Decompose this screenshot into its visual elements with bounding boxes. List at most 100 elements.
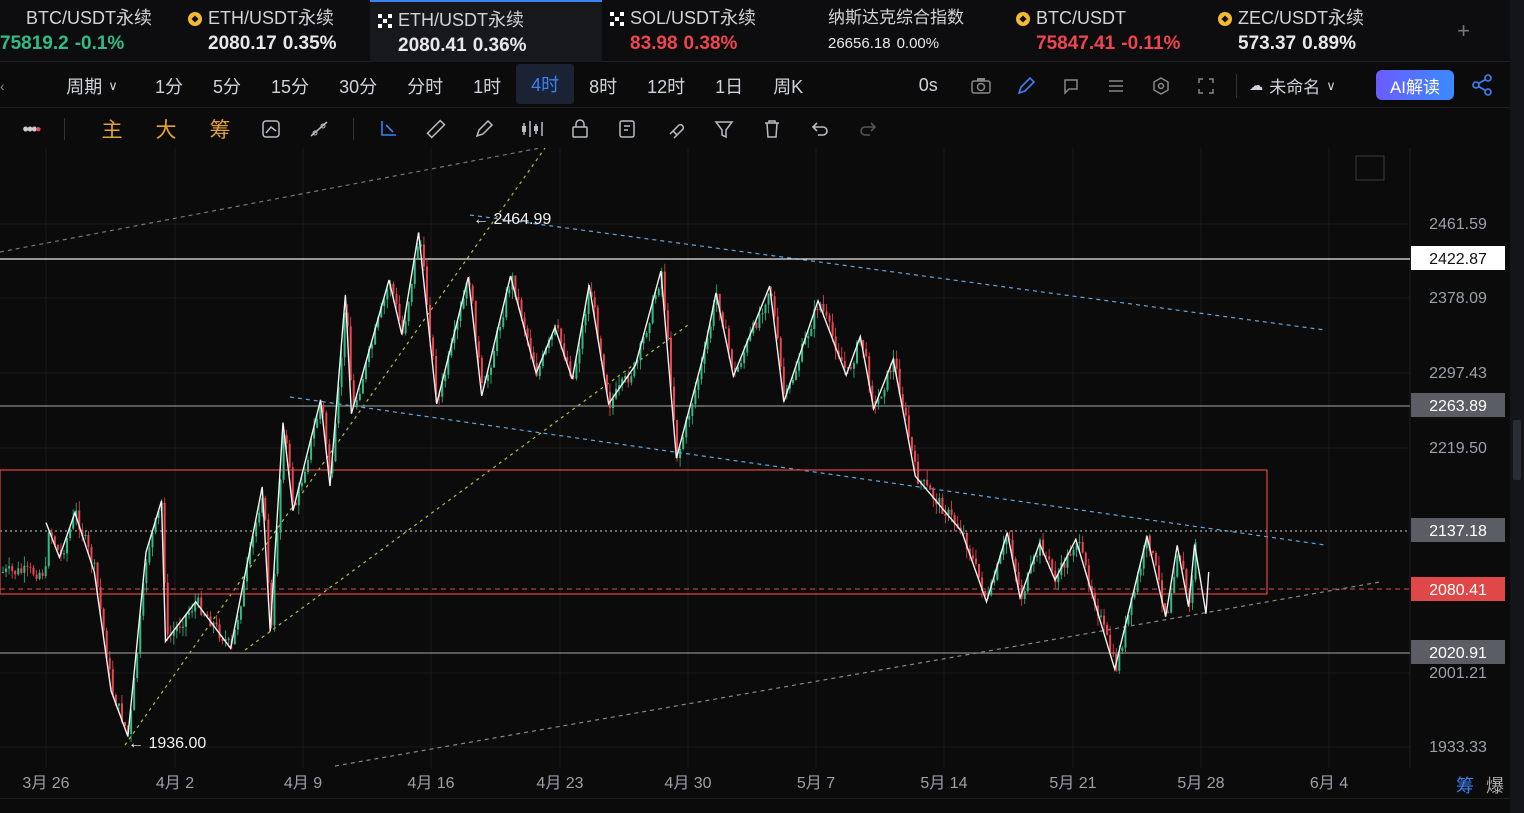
symbol-tab[interactable]: BTC/USDT 75847.41 -0.11% (1008, 0, 1210, 62)
candle-body (895, 358, 898, 369)
comment-icon[interactable] (1048, 64, 1093, 108)
interval-option[interactable]: 1分 (140, 64, 198, 108)
candle-body (682, 437, 685, 449)
pattern-tool-icon[interactable] (508, 110, 556, 148)
interval-option[interactable]: 15分 (256, 64, 324, 108)
candle-body (758, 313, 761, 329)
candle-body (355, 400, 358, 407)
symbol-tab[interactable]: BTC/USDT永续 75819.2 -0.1% (0, 0, 180, 62)
candle-body (776, 316, 779, 339)
candle-body (93, 562, 96, 564)
interval-option[interactable]: 周K (758, 64, 818, 108)
interval-option[interactable]: 5分 (198, 64, 256, 108)
candle-body (66, 538, 69, 554)
interval-option[interactable]: 分时 (392, 64, 458, 108)
list-icon[interactable] (1093, 64, 1138, 108)
magnet-icon[interactable] (652, 110, 700, 148)
tab-price-row: 573.37 0.89% (1238, 30, 1400, 58)
candle-body (307, 459, 309, 472)
liquidation-toggle[interactable]: 爆 (1486, 776, 1504, 796)
candle-body (422, 244, 425, 267)
trendline-upper (0, 148, 541, 253)
main-indicator-button[interactable]: 主 (85, 110, 139, 148)
interval-option[interactable]: 1时 (458, 64, 516, 108)
candle-body (56, 544, 59, 551)
fullscreen-icon[interactable] (1183, 64, 1228, 108)
candle-body (361, 379, 364, 394)
symbol-tab[interactable]: 纳斯达克综合指数 26656.18 0.00% (800, 0, 1008, 62)
candle-body (29, 566, 32, 568)
big-indicator-button[interactable]: 大 (139, 110, 193, 148)
candle-body (282, 435, 285, 480)
cloud-icon: ☁ (1249, 77, 1264, 93)
scrollbar-handle[interactable] (1513, 420, 1521, 480)
price-label-text: 2020.91 (1429, 645, 1487, 662)
share-icon[interactable] (1470, 74, 1494, 101)
green-channel-line (244, 324, 689, 651)
coin-icon (1016, 12, 1030, 26)
symbol-tab[interactable]: ETH/USDT永续 2080.41 0.36% (370, 0, 602, 62)
pen-icon[interactable] (1003, 64, 1048, 108)
trash-icon[interactable] (748, 110, 796, 148)
right-scrollbar[interactable] (1510, 0, 1524, 813)
candle-body (191, 611, 194, 613)
symbol-tab[interactable]: SOL/USDT永续 83.98 0.38% (602, 0, 800, 62)
brush-tool-icon[interactable] (460, 110, 508, 148)
layout-selector[interactable]: ☁ 未命名 ∨ (1245, 64, 1340, 108)
candle-body (1176, 555, 1179, 577)
chart-fit-icon[interactable] (1355, 155, 1385, 181)
chips-indicator-button[interactable]: 筹 (193, 110, 247, 148)
candle-body (645, 333, 648, 338)
filter-icon[interactable] (700, 110, 748, 148)
chips-toggle[interactable]: 筹爆 (1456, 772, 1504, 798)
tab-change: -0.11% (1121, 33, 1181, 54)
edit-template-icon[interactable] (604, 110, 652, 148)
more-dots-icon[interactable]: ••• ● (10, 110, 54, 148)
settings-icon[interactable] (1138, 64, 1183, 108)
tab-symbol-name: SOL/USDT永续 (630, 8, 757, 28)
camera-icon[interactable] (958, 64, 1003, 108)
collapse-arrow-icon[interactable]: ‹ (0, 78, 12, 94)
interval-option[interactable]: 30分 (324, 64, 392, 108)
candle-body (865, 348, 868, 357)
candle-body (831, 321, 834, 337)
candle-body (657, 288, 660, 296)
interval-option[interactable]: 4时 (516, 63, 575, 104)
interval-option[interactable]: 8时 (574, 64, 632, 108)
candle-body (910, 437, 913, 451)
candle-body (181, 626, 184, 628)
ai-analysis-button[interactable]: AI解读 (1376, 70, 1454, 100)
auto-draw-icon[interactable] (247, 110, 295, 148)
candle-body (679, 448, 682, 459)
zigzag-line (45, 232, 1210, 737)
candle-body (227, 638, 230, 640)
symbol-tab-bar: BTC/USDT永续 75819.2 -0.1% ETH/USDT永续 2080.17 0… (0, 0, 1510, 62)
add-tab-button[interactable]: + (1457, 18, 1470, 44)
trend-tool-icon[interactable] (295, 110, 343, 148)
candle-body (883, 390, 886, 397)
candle-body (416, 246, 419, 259)
candle-body (1112, 652, 1115, 655)
tab-change: 0.00% (896, 35, 940, 52)
period-selector[interactable]: 周期 ∨ (52, 64, 132, 108)
candle-body (795, 370, 797, 380)
undo-icon[interactable] (796, 110, 844, 148)
candle-body (1191, 579, 1194, 603)
candle-body (822, 303, 825, 312)
candle-body (340, 357, 343, 387)
symbol-tab[interactable]: ZEC/USDT永续 573.37 0.89% (1210, 0, 1410, 62)
candle-body (761, 313, 764, 315)
interval-option[interactable]: 1日 (700, 64, 758, 108)
symbol-tab[interactable]: ETH/USDT永续 2080.17 0.35% (180, 0, 370, 62)
interval-option[interactable]: 12时 (632, 64, 700, 108)
ruler-tool-icon[interactable] (412, 110, 460, 148)
price-chart[interactable]: ← 2464.99 ← 1936.00 2461.59 2378.09 2297.43 2… (0, 148, 1510, 768)
lock-icon[interactable] (556, 110, 604, 148)
tab-change: 0.35% (282, 33, 337, 54)
candle-body (1106, 624, 1109, 635)
price-label-text: 2263.89 (1429, 398, 1487, 415)
candle-body (764, 304, 767, 314)
cursor-tool-icon[interactable] (364, 110, 412, 148)
time-tick-label: 3月 26 (22, 775, 69, 792)
redo-icon[interactable] (844, 110, 892, 148)
